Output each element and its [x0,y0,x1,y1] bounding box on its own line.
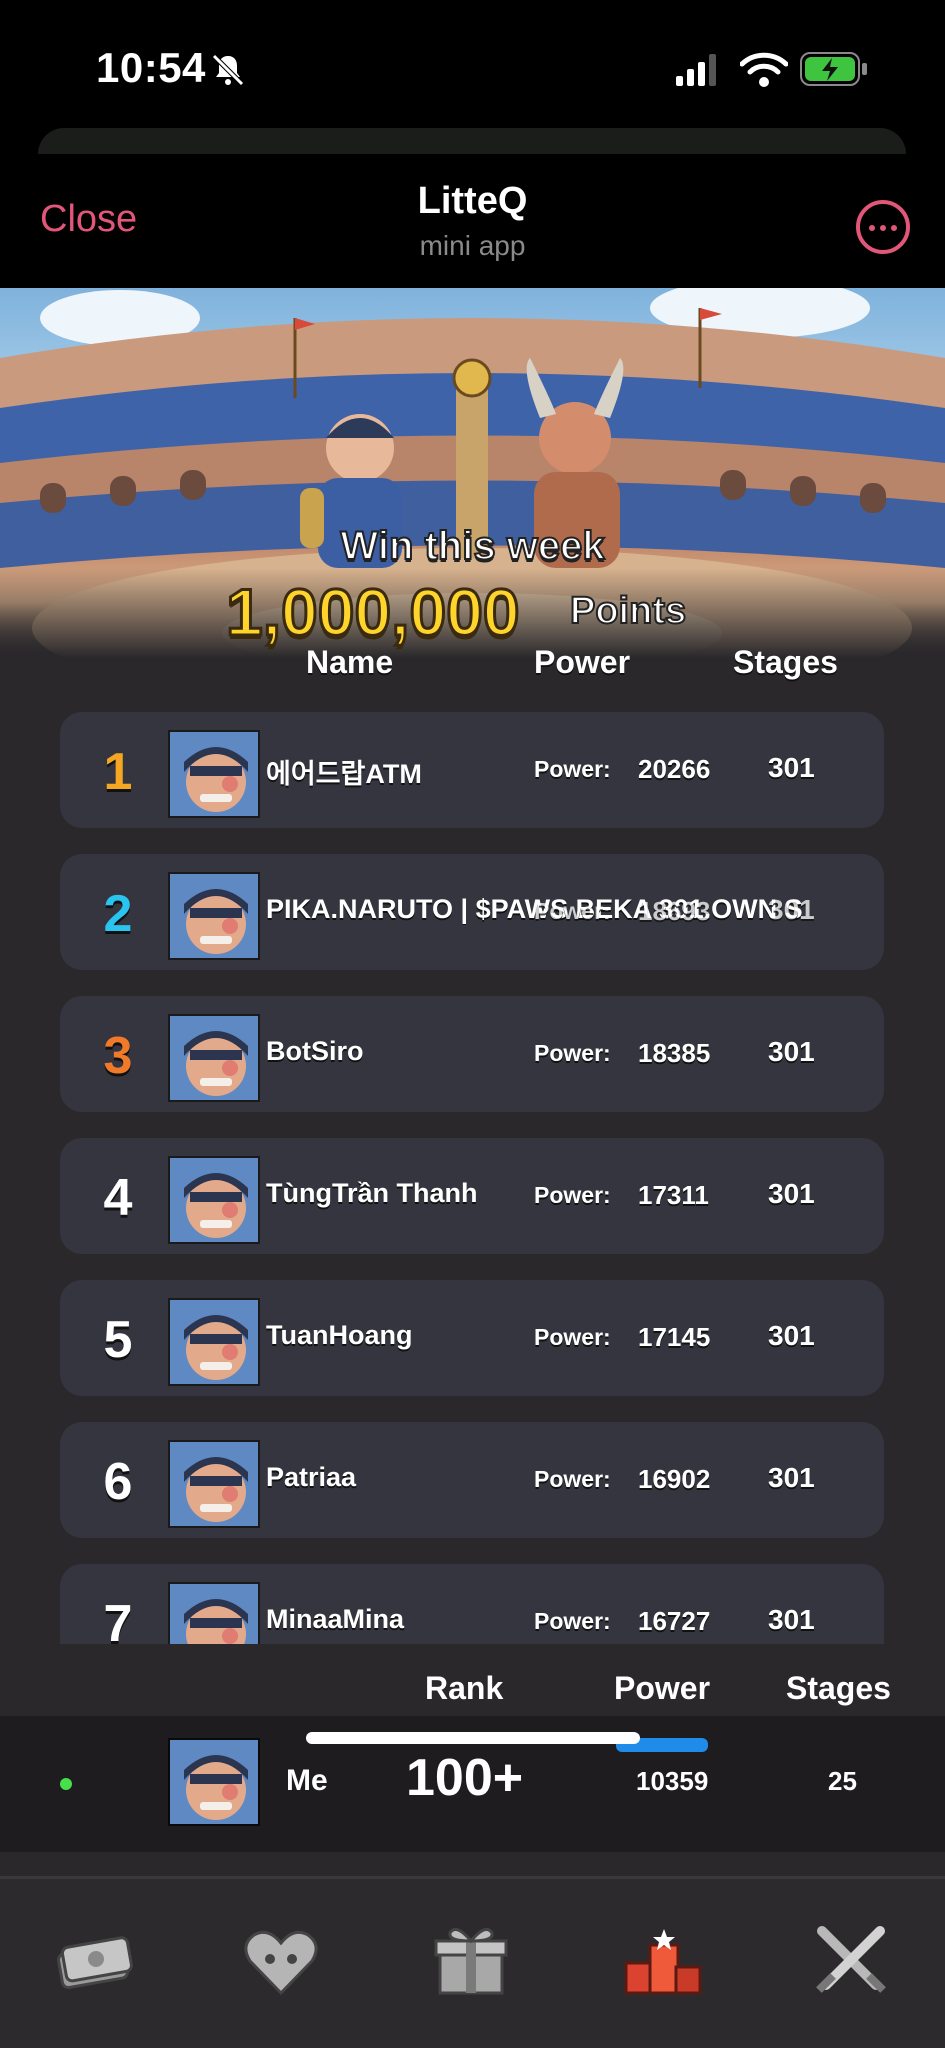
app-subtitle: mini app [419,230,526,261]
power-label: Power: [534,756,611,782]
power-value: 18385 [638,1038,711,1068]
player-name: BotSiro [266,1036,364,1066]
power-value: 20266 [638,754,711,784]
avatar [168,1582,260,1644]
column-header-power: Power [534,644,631,680]
power-label: Power: [534,1608,611,1634]
rank-number: 4 [103,1169,133,1227]
bell-muted-icon [212,54,244,86]
battery-charging-icon [800,52,867,86]
stages-value: 301 [768,894,815,925]
player-name: TuanHoang [266,1320,413,1350]
stages-value: 301 [768,1462,815,1493]
player-name: MinaaMina [266,1604,405,1634]
more-options-button[interactable] [856,200,910,254]
leaderboard-row: 1 에어드랍ATM Power: 20266 301 [60,712,884,828]
cash-icon[interactable] [48,1915,138,2005]
app-title: LitteQ [417,180,528,222]
my-power-header: Power [614,1670,711,1706]
leaderboard-row: 2 PIKA.NARUTO | $PAWS BEKA 301.OWN S Pow… [60,854,884,970]
status-time: 10:54 [96,44,206,91]
battle-swords-icon[interactable] [806,1915,896,2005]
power-value: 18693 [638,896,711,926]
sheet-edge [38,128,906,154]
stages-value: 301 [768,1604,815,1635]
avatar [168,1014,260,1102]
prize-amount: 1,000,000 [225,574,522,651]
status-bar: 10:54 [0,0,945,154]
avatar [168,1298,260,1386]
avatar [168,872,260,960]
game-view: Win this week 1,000,000 Points Name Powe… [0,288,945,2048]
leaderboard-list[interactable]: 1 에어드랍ATM Power: 20266 301 2 PIKA.NARUTO… [0,708,945,1644]
rank-number: 6 [103,1453,133,1511]
rank-number: 1 [103,743,133,801]
leaderboard-row: 4 TùngTrần Thanh Power: 17311 301 [60,1138,884,1254]
gift-icon[interactable] [426,1915,516,2005]
ranking-podium-icon[interactable] [618,1915,708,2005]
power-value: 16727 [638,1606,711,1636]
home-indicator[interactable] [306,1732,640,1744]
online-indicator-icon [60,1778,72,1790]
power-label: Power: [534,1040,611,1066]
my-stages: 25 [828,1766,857,1796]
wifi-icon [740,52,788,87]
weekly-prize-headline: Win this week [339,523,605,569]
leaderboard-row: 7 MinaaMina Power: 16727 301 [60,1564,884,1644]
leaderboard-row: 3 BotSiro Power: 18385 301 [60,996,884,1112]
rank-number: 7 [103,1595,133,1644]
player-name: TùngTrần Thanh [266,1178,478,1208]
bottom-nav [0,1876,945,2048]
stages-value: 301 [768,1178,815,1209]
heart-pet-icon[interactable] [236,1915,326,2005]
leaderboard-row: 6 Patriaa Power: 16902 301 [60,1422,884,1538]
avatar [168,1440,260,1528]
power-label: Power: [534,1182,611,1208]
my-rank-header: Rank [425,1670,504,1706]
my-rank: 100+ [406,1749,524,1807]
power-label: Power: [534,1466,611,1492]
rank-number: 3 [103,1027,133,1085]
power-value: 17311 [638,1180,709,1210]
stages-value: 301 [768,752,815,783]
my-stages-header: Stages [786,1670,891,1706]
arena-banner: Win this week 1,000,000 Points [0,288,945,658]
player-name: 에어드랍ATM [266,759,422,789]
power-label: Power: [534,1324,611,1350]
column-header-name: Name [306,644,394,680]
rank-number: 2 [103,885,133,943]
player-name: Patriaa [266,1462,357,1492]
power-label: Power: [534,898,611,924]
power-value: 17145 [638,1322,711,1352]
prize-unit: Points [569,589,687,633]
rank-number: 5 [103,1311,133,1369]
my-power: 10359 [636,1766,709,1796]
leaderboard-row: 5 TuanHoang Power: 17145 301 [60,1280,884,1396]
mini-app-header: Close LitteQ mini app [0,154,945,288]
stages-value: 301 [768,1036,815,1067]
power-value: 16902 [638,1464,711,1494]
stages-value: 301 [768,1320,815,1351]
avatar [168,1156,260,1244]
column-header-stages: Stages [733,644,838,680]
my-name: Me [286,1764,328,1797]
my-avatar [168,1738,260,1826]
avatar [168,730,260,818]
cellular-signal-icon [676,54,716,86]
